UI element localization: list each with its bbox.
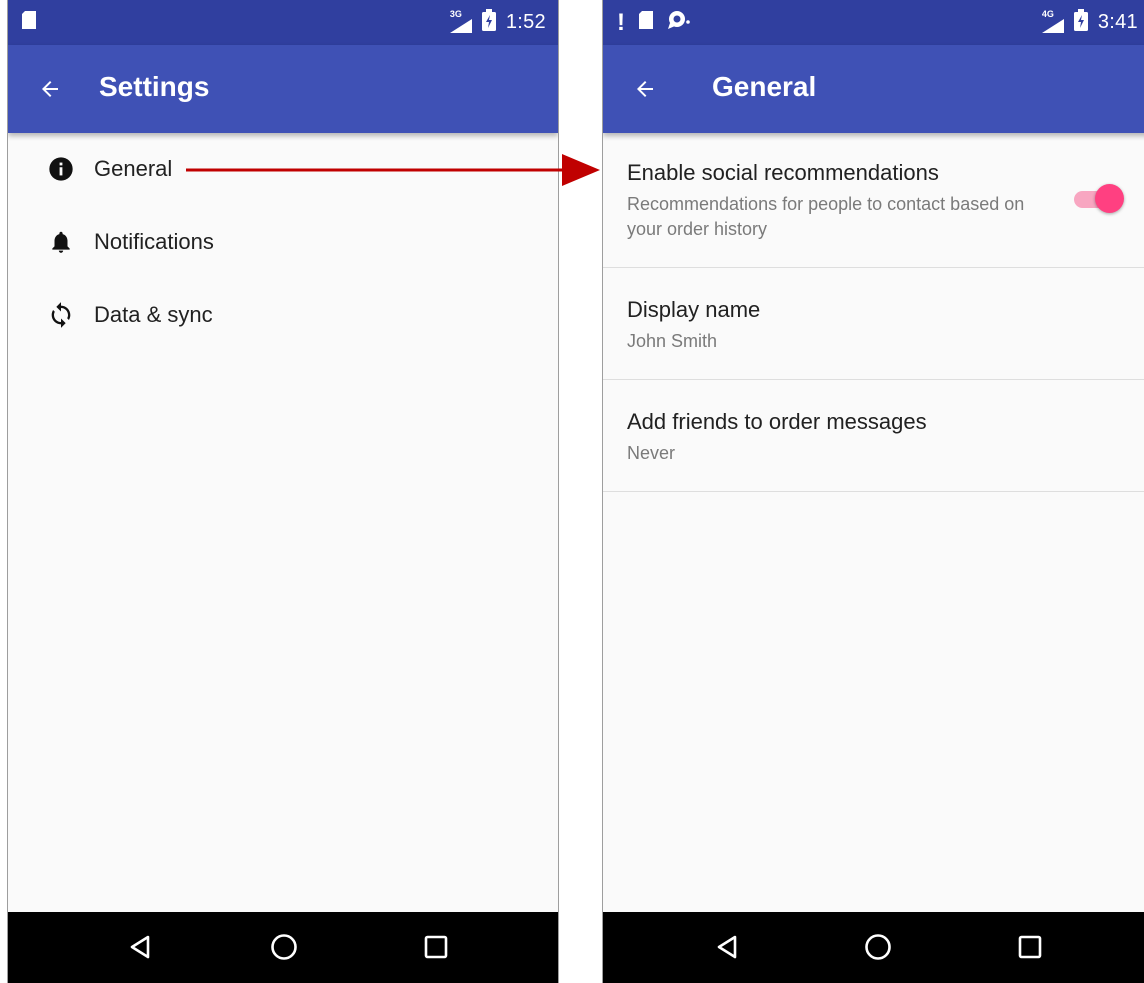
pref-summary: John Smith xyxy=(627,331,718,351)
switch-thumb xyxy=(1095,184,1124,213)
app-bar: General xyxy=(603,45,1144,133)
page-title: Settings xyxy=(99,71,210,102)
network-type-label: 4G xyxy=(1041,8,1054,19)
pref-add-friends[interactable]: Add friends to order messages Never xyxy=(603,380,1144,492)
settings-list: General Notifications Data & sync xyxy=(8,133,558,912)
arrow-back-icon xyxy=(42,81,58,97)
pref-title: Enable social recommendations xyxy=(627,160,939,185)
preferences-list: Enable social recommendations Recommenda… xyxy=(603,133,1144,912)
pref-summary: Recommendations for people to contact ba… xyxy=(627,194,1025,239)
nav-back-button[interactable] xyxy=(120,927,160,967)
cell-signal-icon: 3G xyxy=(449,9,472,33)
arrow-back-icon xyxy=(637,81,653,97)
settings-screen: 3G 1:52 Settings General Notifications D… xyxy=(7,0,559,983)
status-time: 1:52 xyxy=(505,11,546,33)
cell-signal-icon: 4G xyxy=(1041,9,1064,33)
status-bar: ! 4G 3:41 xyxy=(603,0,1144,45)
sync-icon xyxy=(46,300,76,330)
pref-title: Add friends to order messages xyxy=(627,409,927,434)
back-button[interactable] xyxy=(30,69,70,109)
status-time: 3:41 xyxy=(1097,11,1138,33)
circle-home-icon xyxy=(271,934,297,960)
menu-item-label: General xyxy=(94,156,173,181)
network-type-label: 3G xyxy=(449,8,462,19)
nav-home-button[interactable] xyxy=(858,927,898,967)
nav-recents-button[interactable] xyxy=(416,927,456,967)
sd-card-icon xyxy=(639,11,653,34)
nav-recents-button[interactable] xyxy=(1010,927,1050,967)
status-bar: 3G 1:52 xyxy=(8,0,558,45)
pref-summary: Never xyxy=(627,443,676,463)
circle-home-icon xyxy=(865,934,891,960)
navigation-bar xyxy=(603,912,1144,983)
triangle-back-icon xyxy=(717,935,737,959)
nav-back-button[interactable] xyxy=(707,927,747,967)
social-recommendations-switch[interactable] xyxy=(1070,184,1124,214)
triangle-back-icon xyxy=(130,935,150,959)
square-recents-icon xyxy=(424,935,448,959)
nav-home-button[interactable] xyxy=(264,927,304,967)
navigation-bar xyxy=(8,912,558,983)
pref-title: Display name xyxy=(627,297,761,322)
app-bar: Settings xyxy=(8,45,558,133)
menu-item-label: Data & sync xyxy=(94,302,213,327)
menu-item-label: Notifications xyxy=(94,229,214,254)
info-icon xyxy=(46,154,76,184)
chat-notification-icon xyxy=(667,10,691,35)
pref-display-name[interactable]: Display name John Smith xyxy=(603,268,1144,380)
battery-charging-icon xyxy=(1073,9,1088,36)
sd-card-icon xyxy=(22,11,36,34)
alert-icon: ! xyxy=(617,8,625,36)
battery-charging-icon xyxy=(481,9,496,36)
menu-item-notifications[interactable]: Notifications xyxy=(8,206,558,278)
bell-icon xyxy=(46,227,76,257)
page-title: General xyxy=(712,71,817,102)
back-button[interactable] xyxy=(625,69,665,109)
pref-social-recommendations[interactable]: Enable social recommendations Recommenda… xyxy=(603,133,1144,268)
annotation-arrow xyxy=(186,154,600,186)
menu-item-data-sync[interactable]: Data & sync xyxy=(8,279,558,351)
square-recents-icon xyxy=(1018,935,1042,959)
general-settings-screen: ! 4G 3:41 General Enable social recommen… xyxy=(602,0,1144,983)
